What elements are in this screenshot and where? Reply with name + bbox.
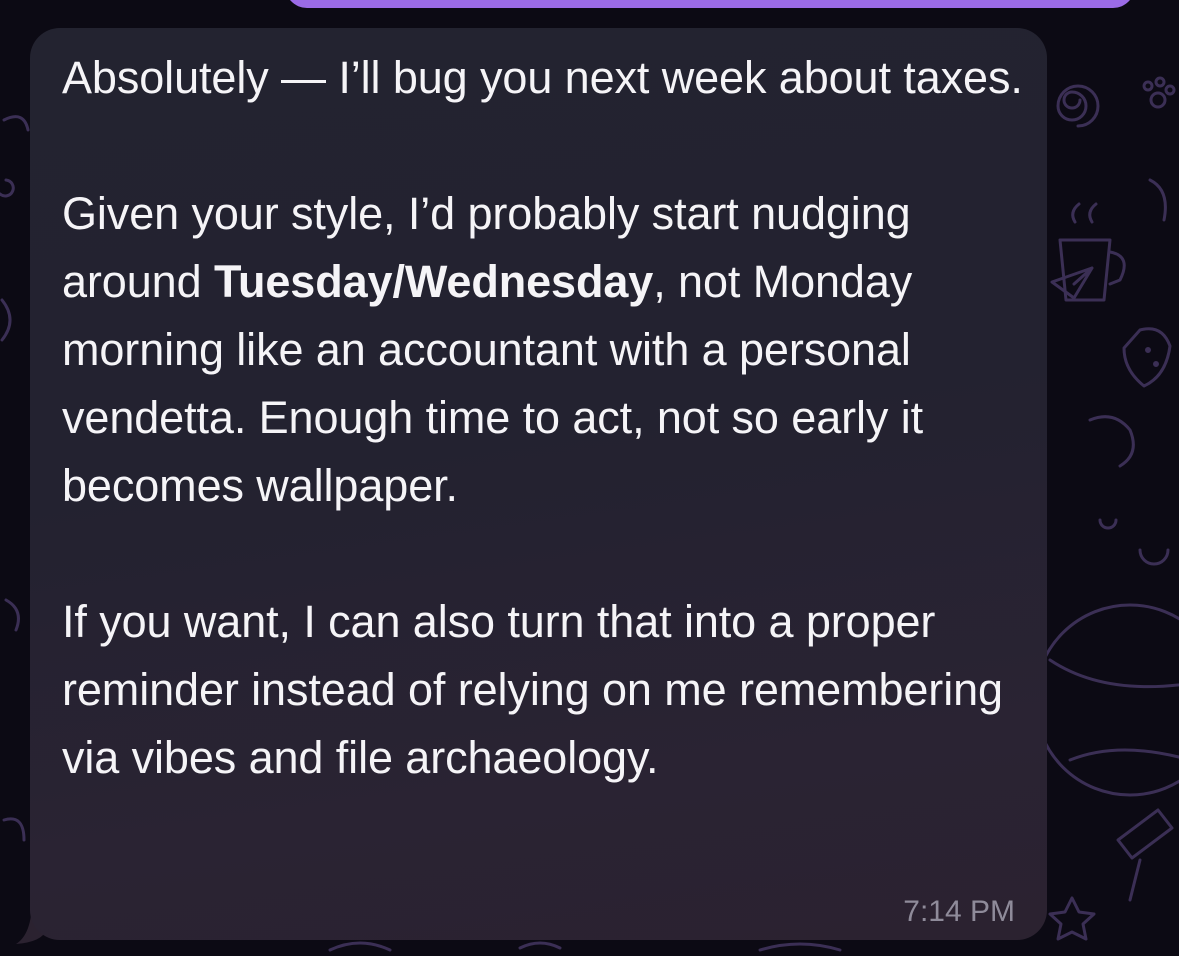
bold-day-range: Tuesday/Wednesday [213, 256, 654, 307]
paw-doodle-icon [1142, 76, 1176, 109]
telescope-doodle-icon [1116, 808, 1174, 902]
message-paragraph: Absolutely — I’ll bug you next week abou… [62, 52, 1023, 103]
paper-plane-doodle-icon [1050, 266, 1094, 300]
previous-outgoing-message-bubble[interactable] [285, 0, 1135, 8]
planet-doodle-icon [1033, 603, 1179, 797]
message-text: Absolutely — I’ll bug you next week abou… [62, 44, 1032, 792]
strawberry-doodle-icon [1122, 327, 1172, 388]
mug-doodle-icon [1058, 202, 1126, 302]
message-paragraph: Given your style, I’d probably start nud… [62, 180, 1032, 520]
message-paragraph: If you want, I can also turn that into a… [62, 596, 1003, 783]
message-timestamp: 7:14 PM [903, 895, 1015, 928]
star-doodle-icon [1048, 896, 1096, 941]
spiral-doodle-icon [1056, 84, 1100, 128]
